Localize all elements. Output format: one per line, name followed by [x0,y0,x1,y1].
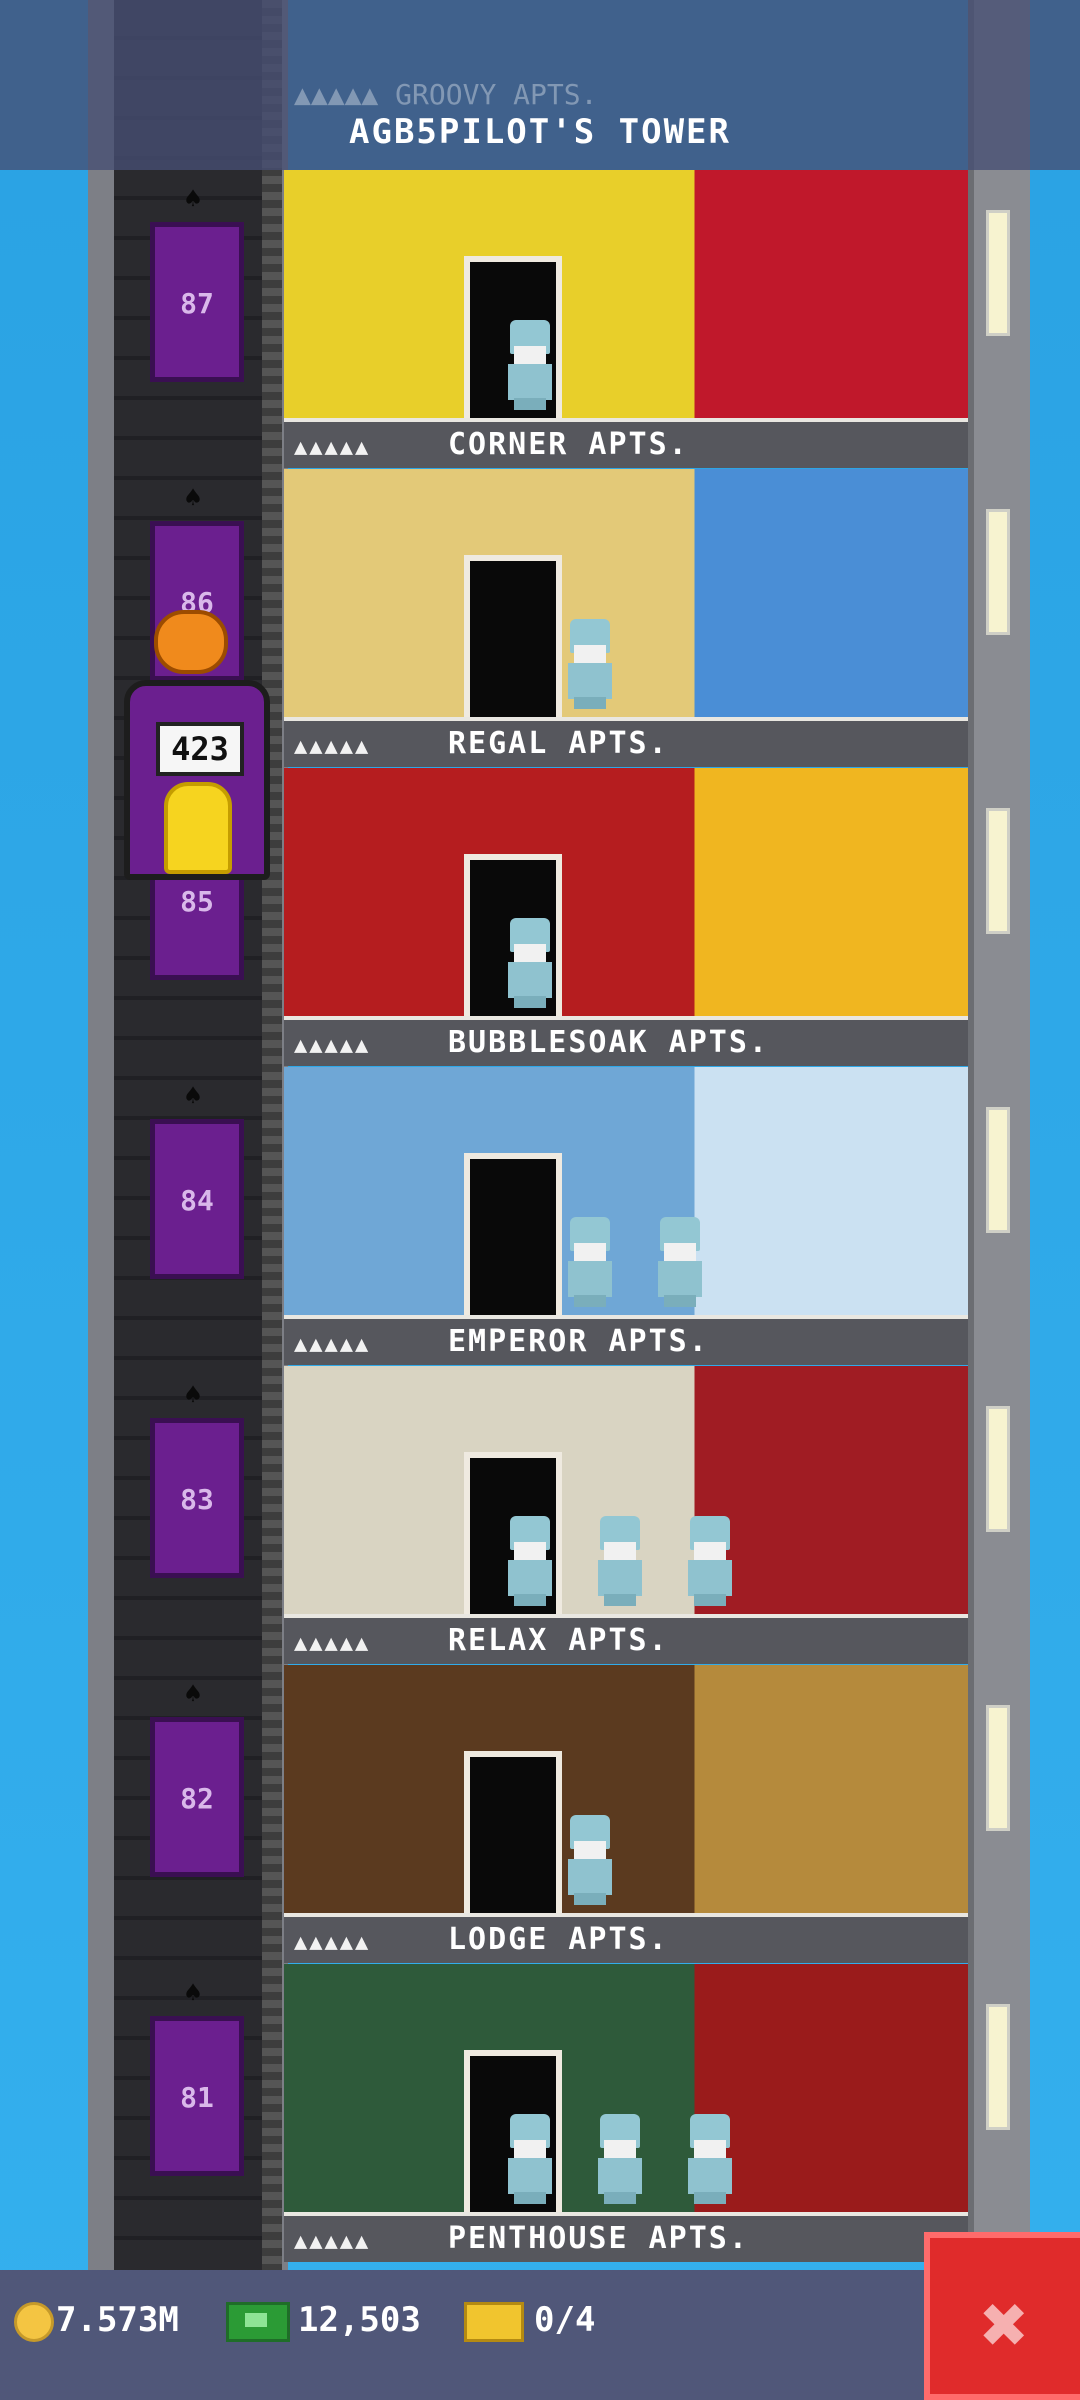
wall-light [986,210,1010,336]
floor-label-bar: ▲▲▲▲▲ PENTHOUSE APTS. [284,2212,968,2262]
floor-door [464,1153,562,1319]
bat-icon: ♠ [184,1079,202,1112]
bat-icon: ♠ [184,1976,202,2009]
floor-stars: ▲▲▲▲▲ [294,2229,371,2254]
elevator-car-sign: 423 [156,722,244,776]
elevator-floor-number: 81 [180,2081,214,2114]
bitizen-avatar[interactable] [654,1217,706,1307]
floor-name: REGAL APTS. [448,726,669,761]
floor-85[interactable]: ▲▲▲▲▲ BUBBLESOAK APTS. [284,768,968,1066]
floor-room[interactable] [284,1964,968,2216]
wall-light [986,509,1010,635]
coin-icon [14,2302,54,2342]
floor-84[interactable]: ▲▲▲▲▲ EMPEROR APTS. [284,1067,968,1365]
elevator-floor-number: 87 [180,287,214,320]
floor-stars: ▲▲▲▲▲ [294,1930,371,1955]
bux-value: 12,503 [298,2300,421,2340]
elevator-door-81[interactable]: 81 [150,2016,244,2176]
floor-label-bar: ▲▲▲▲▲ LODGE APTS. [284,1913,968,1963]
wall-light [986,1406,1010,1532]
floor-81[interactable]: ▲▲▲▲▲ PENTHOUSE APTS. [284,1964,968,2262]
floor-name: EMPEROR APTS. [448,1324,709,1359]
bitizen-avatar[interactable] [504,320,556,410]
floor-83[interactable]: ▲▲▲▲▲ RELAX APTS. [284,1366,968,1664]
elevator-door-83[interactable]: 83 [150,1418,244,1578]
floor-stars: ▲▲▲▲▲ [294,1033,371,1058]
bat-icon: ♠ [184,1677,202,1710]
ticket-icon [464,2302,524,2342]
bitizen-avatar[interactable] [684,1516,736,1606]
bitizen-avatar[interactable] [564,1815,616,1905]
bat-icon: ♠ [184,1378,202,1411]
floor-room[interactable] [284,170,968,422]
elevator-rail [262,0,282,2270]
floor-label-bar: ▲▲▲▲▲ BUBBLESOAK APTS. [284,1016,968,1066]
floor-label-bar: ▲▲▲▲▲ REGAL APTS. [284,717,968,767]
bitizen-avatar[interactable] [594,2114,646,2204]
floor-name: LODGE APTS. [448,1922,669,1957]
floor-name: PENTHOUSE APTS. [448,2221,749,2256]
floor-room[interactable] [284,1366,968,1618]
bitizen-avatar[interactable] [504,1516,556,1606]
bitizen-avatar[interactable] [684,2114,736,2204]
floor-label-bar: ▲▲▲▲▲ EMPEROR APTS. [284,1315,968,1365]
floor-room[interactable] [284,1665,968,1917]
elevator-floor-number: 82 [180,1782,214,1815]
pumpkin-icon [154,610,228,674]
floor-label-bar: ▲▲▲▲▲ CORNER APTS. [284,418,968,468]
floor-room[interactable] [284,469,968,721]
elevator-door-84[interactable]: 84 [150,1119,244,1279]
floor-stars: ▲▲▲▲▲ [294,1332,371,1357]
bitizen-avatar[interactable] [564,1217,616,1307]
close-button[interactable]: ✖ [924,2232,1080,2400]
floor-door [464,555,562,721]
floor-82[interactable]: ▲▲▲▲▲ LODGE APTS. [284,1665,968,1963]
wall-light [986,808,1010,934]
floor-stars: ▲▲▲▲▲ [294,734,371,759]
floor-stars: ▲▲▲▲▲ [294,1631,371,1656]
wall-light [986,2004,1010,2130]
wall-light [986,1705,1010,1831]
floor-door [464,1751,562,1917]
bitizen-avatar[interactable] [504,918,556,1008]
tickets-value: 0/4 [534,2300,596,2340]
floor-room[interactable] [284,1067,968,1319]
floor-label-bar: ▲▲▲▲▲ RELAX APTS. [284,1614,968,1664]
floor-name: CORNER APTS. [448,427,689,462]
floor-86[interactable]: ▲▲▲▲▲ REGAL APTS. [284,469,968,767]
elevator-floor-number: 84 [180,1184,214,1217]
tower-title: AGB5PILOT'S TOWER [349,112,731,152]
bitizen-avatar[interactable] [594,1516,646,1606]
elevator-door-87[interactable]: 87 [150,222,244,382]
elevator-door-82[interactable]: 82 [150,1717,244,1877]
close-icon: ✖ [980,2278,1030,2371]
floor-name: BUBBLESOAK APTS. [448,1025,769,1060]
floor-room[interactable] [284,768,968,1020]
bitizen-avatar[interactable] [564,619,616,709]
elevator-car[interactable]: 423 [124,680,270,880]
floor-87[interactable]: ▲▲▲▲▲ CORNER APTS. [284,170,968,468]
elevator-floor-number: 85 [180,885,214,918]
floor-stars: ▲▲▲▲▲ [294,435,371,460]
bitizen-avatar[interactable] [504,2114,556,2204]
wall-light [986,1107,1010,1233]
bat-icon: ♠ [184,481,202,514]
floor-name: RELAX APTS. [448,1623,669,1658]
coins-value: 7.573M [56,2300,179,2340]
elevator-rider [164,782,232,874]
elevator-floor-number: 83 [180,1483,214,1516]
bat-icon: ♠ [184,182,202,215]
bux-icon [226,2302,290,2342]
